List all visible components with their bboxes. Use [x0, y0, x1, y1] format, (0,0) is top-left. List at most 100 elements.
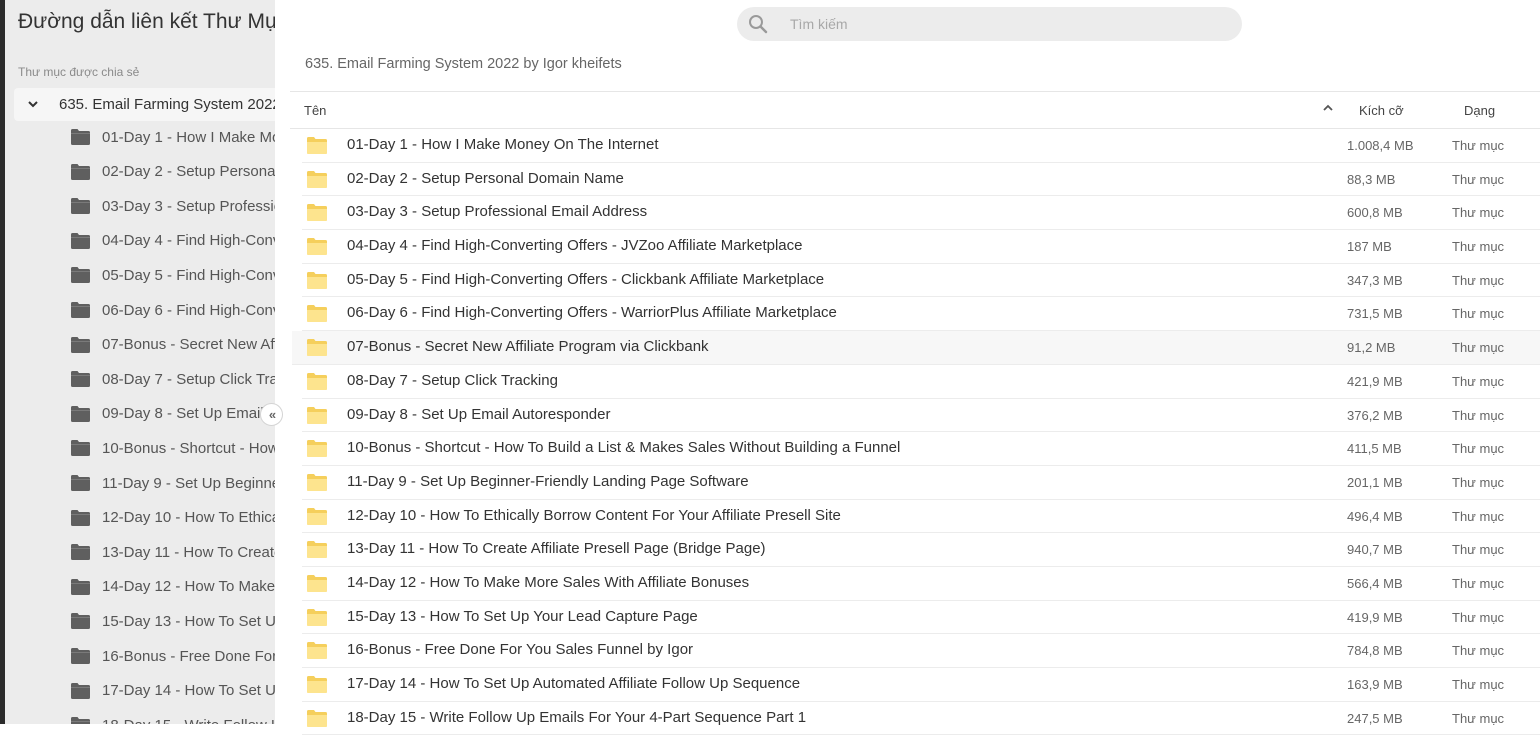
- tree-item-label: 10-Bonus - Shortcut - How To Build a Lis…: [102, 439, 275, 457]
- folder-icon: [307, 709, 327, 727]
- table-row[interactable]: 04-Day 4 - Find High-Converting Offers -…: [302, 230, 1540, 264]
- table-row[interactable]: 08-Day 7 - Setup Click Tracking 421,9 MB T…: [302, 365, 1540, 399]
- row-size: 347,3 MB: [1347, 272, 1403, 288]
- tree-item[interactable]: 04-Day 4 - Find High-Converting Offers -…: [71, 226, 275, 256]
- tree-item[interactable]: 05-Day 5 - Find High-Converting Offers -…: [71, 260, 275, 290]
- tree-item-label: 02-Day 2 - Setup Personal Domain Name: [102, 163, 275, 181]
- table-header: Tên Kích cỡ Dạng: [290, 91, 1540, 129]
- tree-item[interactable]: 09-Day 8 - Set Up Email Autoresponder: [71, 399, 275, 429]
- row-name[interactable]: 05-Day 5 - Find High-Converting Offers -…: [347, 271, 824, 288]
- sidebar: Đường dẫn liên kết Thư Mục Thư mục được …: [5, 0, 275, 724]
- row-name[interactable]: 02-Day 2 - Setup Personal Domain Name: [347, 170, 624, 187]
- row-size: 419,9 MB: [1347, 609, 1403, 625]
- row-type: Thư mục: [1452, 373, 1505, 389]
- tree-root-item[interactable]: 635. Email Farming System 2022 by Igor k…: [14, 88, 275, 121]
- tree-item[interactable]: 02-Day 2 - Setup Personal Domain Name: [71, 157, 275, 187]
- tree-item[interactable]: 07-Bonus - Secret New Affiliate Program …: [71, 330, 275, 360]
- tree-item[interactable]: 13-Day 11 - How To Create Affiliate Pres…: [71, 537, 275, 567]
- row-size: 163,9 MB: [1347, 677, 1403, 692]
- folder-icon: [307, 339, 327, 357]
- tree-item[interactable]: 15-Day 13 - How To Set Up Your Lead Capt…: [71, 606, 275, 636]
- table-row[interactable]: 01-Day 1 - How I Make Money On The Inter…: [302, 129, 1540, 163]
- tree-item[interactable]: 10-Bonus - Shortcut - How To Build a Lis…: [71, 433, 275, 463]
- tree-item-label: 17-Day 14 - How To Set Up Automated Affi…: [102, 682, 275, 700]
- folder-icon: [307, 574, 327, 592]
- tree-item[interactable]: 14-Day 12 - How To Make More Sales With …: [71, 572, 275, 602]
- table-row[interactable]: 12-Day 10 - How To Ethically Borrow Cont…: [302, 500, 1540, 534]
- search-icon: [749, 15, 768, 34]
- chevron-down-icon[interactable]: [28, 101, 38, 108]
- folder-icon: [307, 608, 327, 626]
- table-row[interactable]: 09-Day 8 - Set Up Email Autoresponder 376…: [302, 399, 1540, 433]
- row-size: 566,4 MB: [1347, 575, 1403, 591]
- row-type: Thư mục: [1452, 138, 1505, 153]
- row-name[interactable]: 10-Bonus - Shortcut - How To Build a Lis…: [347, 439, 900, 456]
- table-row[interactable]: 05-Day 5 - Find High-Converting Offers -…: [302, 264, 1540, 298]
- row-name[interactable]: 07-Bonus - Secret New Affiliate Program …: [347, 338, 709, 355]
- table-row[interactable]: 14-Day 12 - How To Make More Sales With …: [302, 567, 1540, 601]
- tree-item[interactable]: 08-Day 7 - Setup Click Tracking: [71, 364, 275, 394]
- row-name[interactable]: 01-Day 1 - How I Make Money On The Inter…: [347, 136, 659, 153]
- table-row[interactable]: 06-Day 6 - Find High-Converting Offers -…: [302, 297, 1540, 332]
- tree-item[interactable]: 12-Day 10 - How To Ethically Borrow Cont…: [71, 503, 275, 533]
- tree-item[interactable]: 01-Day 1 - How I Make Money On The Inter…: [71, 122, 275, 152]
- tree-item[interactable]: 17-Day 14 - How To Set Up Automated Affi…: [71, 676, 275, 706]
- tree-item[interactable]: 06-Day 6 - Find High-Converting Offers -…: [71, 295, 275, 325]
- row-name[interactable]: 12-Day 10 - How To Ethically Borrow Cont…: [347, 507, 841, 524]
- row-name[interactable]: 18-Day 15 - Write Follow Up Emails For Y…: [347, 709, 806, 726]
- row-name[interactable]: 13-Day 11 - How To Create Affiliate Pres…: [347, 540, 766, 557]
- collapse-sidebar-button[interactable]: «: [260, 403, 283, 426]
- table-row[interactable]: 03-Day 3 - Setup Professional Email Addr…: [302, 196, 1540, 231]
- row-name[interactable]: 11-Day 9 - Set Up Beginner-Friendly Land…: [347, 473, 749, 490]
- row-name[interactable]: 09-Day 8 - Set Up Email Autoresponder: [347, 406, 610, 423]
- folder-icon: [71, 198, 90, 215]
- folder-icon: [307, 238, 327, 256]
- row-name[interactable]: 03-Day 3 - Setup Professional Email Addr…: [347, 203, 647, 220]
- row-size: 247,5 MB: [1347, 710, 1403, 726]
- tree-item[interactable]: 18-Day 15 - Write Follow Up Emails For Y…: [71, 710, 275, 724]
- tree-item-label: 09-Day 8 - Set Up Email Autoresponder: [102, 405, 275, 423]
- row-name[interactable]: 04-Day 4 - Find High-Converting Offers -…: [347, 237, 802, 254]
- table-row[interactable]: 13-Day 11 - How To Create Affiliate Pres…: [302, 533, 1540, 567]
- tree-item-label: 06-Day 6 - Find High-Converting Offers -…: [102, 301, 275, 319]
- row-type: Thư mục: [1452, 609, 1505, 625]
- folder-icon: [307, 372, 327, 390]
- folder-icon: [307, 676, 327, 693]
- sidebar-title: Đường dẫn liên kết Thư Mục: [18, 10, 275, 33]
- tree-item-label: 01-Day 1 - How I Make Money On The Inter…: [102, 128, 275, 146]
- row-name[interactable]: 16-Bonus - Free Done For You Sales Funne…: [347, 641, 693, 658]
- folder-icon: [71, 371, 90, 388]
- column-header-size[interactable]: Kích cỡ: [1359, 103, 1404, 118]
- tree-item-label: 13-Day 11 - How To Create Affiliate Pres…: [102, 543, 275, 561]
- table-row[interactable]: 15-Day 13 - How To Set Up Your Lead Capt…: [302, 601, 1540, 635]
- folder-icon: [71, 129, 90, 145]
- tree-item[interactable]: 03-Day 3 - Setup Professional Email Addr…: [71, 191, 275, 221]
- folder-icon: [71, 682, 90, 699]
- row-name[interactable]: 14-Day 12 - How To Make More Sales With …: [347, 574, 749, 591]
- folder-icon: [71, 440, 90, 457]
- column-header-type[interactable]: Dạng: [1464, 103, 1495, 118]
- table-row[interactable]: 17-Day 14 - How To Set Up Automated Affi…: [302, 668, 1540, 702]
- search-bar[interactable]: [737, 7, 1242, 41]
- folder-icon: [307, 440, 327, 458]
- sort-ascending-icon[interactable]: [1322, 102, 1334, 114]
- row-type: Thư mục: [1452, 239, 1505, 255]
- tree-item[interactable]: 11-Day 9 - Set Up Beginner-Friendly Land…: [71, 468, 275, 498]
- row-name[interactable]: 17-Day 14 - How To Set Up Automated Affi…: [347, 675, 800, 692]
- table-row[interactable]: 07-Bonus - Secret New Affiliate Program …: [292, 331, 1540, 365]
- table-row[interactable]: 02-Day 2 - Setup Personal Domain Name 88,…: [302, 163, 1540, 197]
- folder-icon: [71, 163, 90, 180]
- search-input[interactable]: [788, 15, 1212, 33]
- row-name[interactable]: 15-Day 13 - How To Set Up Your Lead Capt…: [347, 608, 698, 625]
- table-row[interactable]: 10-Bonus - Shortcut - How To Build a Lis…: [302, 432, 1540, 466]
- column-header-name[interactable]: Tên: [304, 103, 326, 118]
- row-name[interactable]: 08-Day 7 - Setup Click Tracking: [347, 372, 558, 389]
- table-row[interactable]: 18-Day 15 - Write Follow Up Emails For Y…: [302, 702, 1540, 735]
- tree-item[interactable]: 16-Bonus - Free Done For You Sales Funne…: [71, 641, 275, 671]
- folder-icon: [307, 137, 327, 154]
- row-name[interactable]: 06-Day 6 - Find High-Converting Offers -…: [347, 304, 837, 321]
- current-folder-title: 635. Email Farming System 2022 by Igor k…: [305, 56, 622, 72]
- folder-icon: [71, 717, 90, 724]
- table-row[interactable]: 16-Bonus - Free Done For You Sales Funne…: [302, 634, 1540, 668]
- table-row[interactable]: 11-Day 9 - Set Up Beginner-Friendly Land…: [302, 466, 1540, 500]
